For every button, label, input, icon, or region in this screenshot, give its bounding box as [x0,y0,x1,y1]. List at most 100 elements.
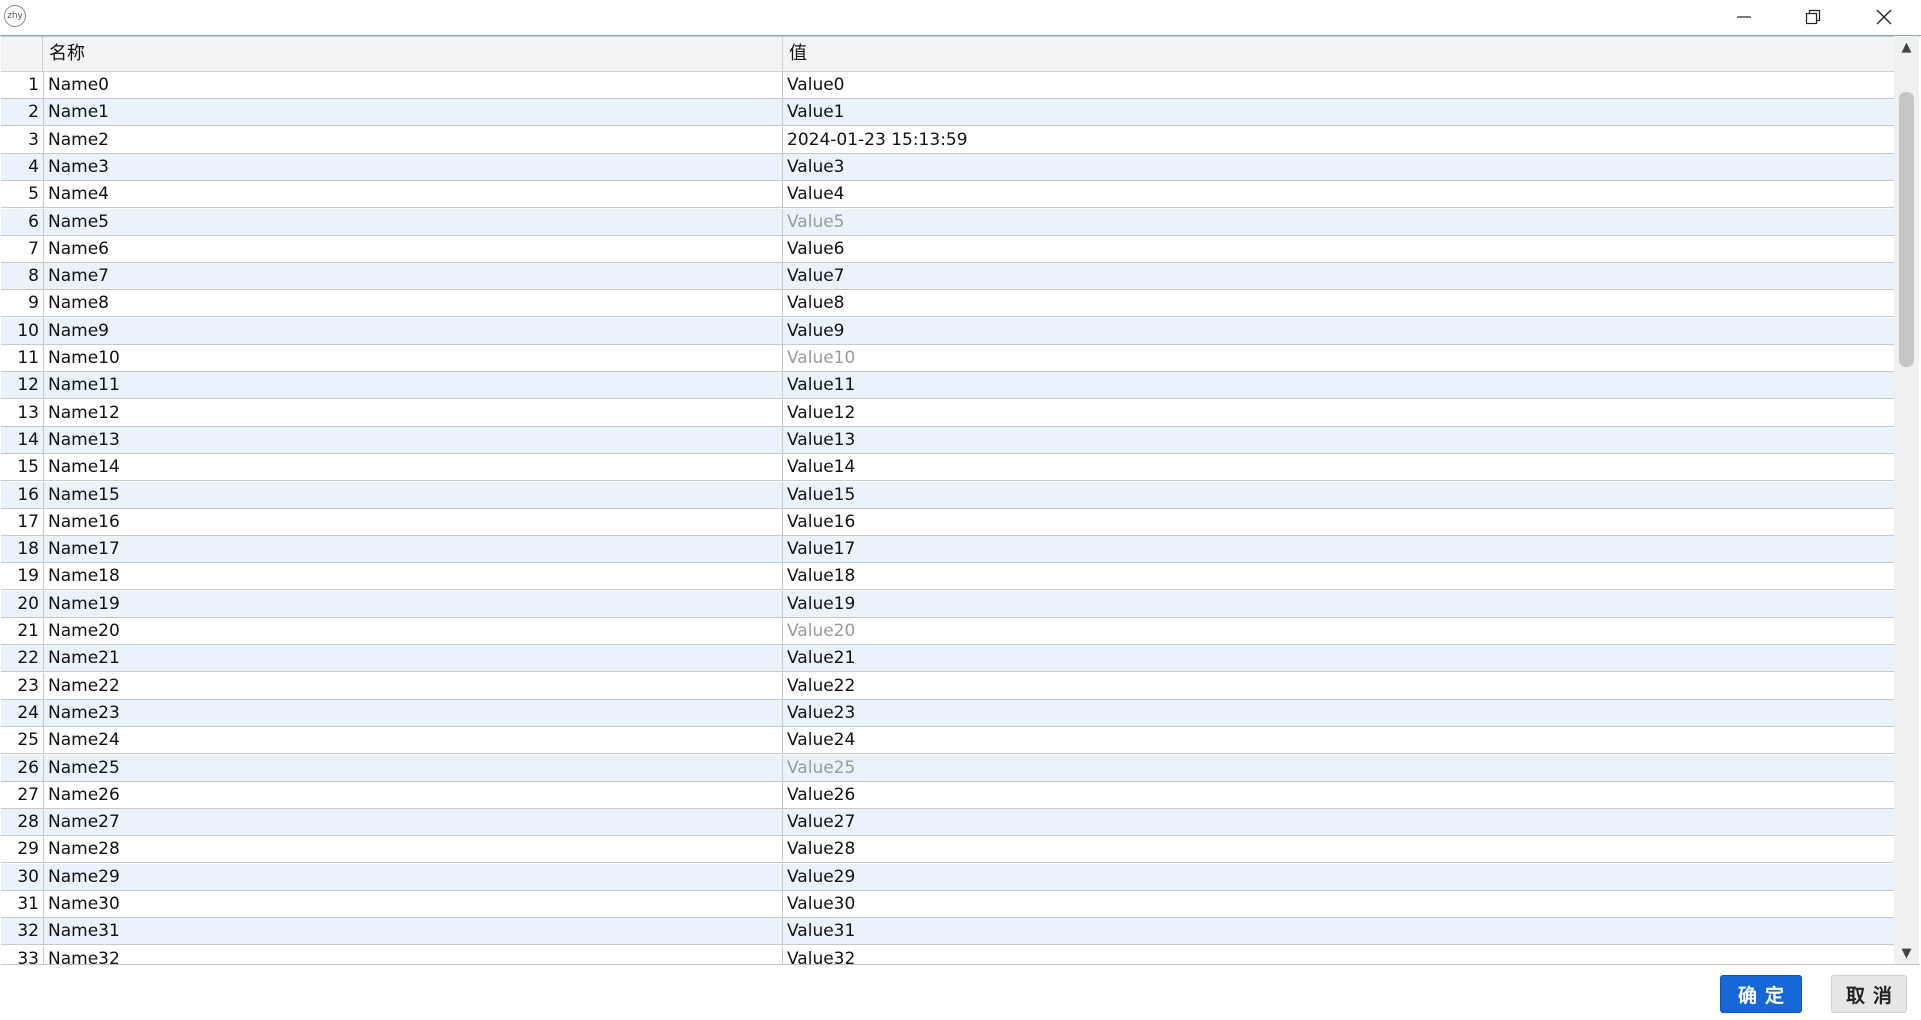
cell-value[interactable]: Value17 [783,536,1895,562]
cell-value[interactable]: Value0 [783,72,1895,98]
cell-name[interactable]: Name23 [43,699,783,726]
table-row[interactable]: 33 Name32 Value32 [1,945,1895,964]
cell-name[interactable]: Name24 [43,727,783,754]
cell-name[interactable]: Name15 [43,481,783,508]
table-row[interactable]: 23 Name22 Value22 [1,672,1895,700]
table-row[interactable]: 3 Name2 2024-01-23 15:13:59 [1,126,1895,154]
column-header-value[interactable]: 值 [783,37,1895,71]
cell-value[interactable]: Value19 [783,591,1895,617]
table-row[interactable]: 8 Name7 Value7 [1,263,1895,291]
scroll-down-icon[interactable]: ▼ [1894,942,1919,964]
table-row[interactable]: 1 Name0 Value0 [1,72,1895,99]
cell-value[interactable]: Value7 [783,263,1895,289]
cell-value[interactable]: Value8 [783,290,1895,316]
table-row[interactable]: 26 Name25 Value25 [1,754,1895,782]
cell-name[interactable]: Name1 [43,99,783,126]
cell-name[interactable]: Name9 [43,317,783,344]
cell-value[interactable]: Value21 [783,645,1895,671]
cell-value[interactable]: Value18 [783,563,1895,589]
vertical-scrollbar[interactable]: ▲ ▼ [1894,36,1919,964]
cell-name[interactable]: Name30 [43,891,783,917]
cell-value[interactable]: Value22 [783,673,1895,699]
cell-name[interactable]: Name25 [43,754,783,781]
cell-value[interactable]: Value11 [783,372,1895,398]
table-row[interactable]: 16 Name15 Value15 [1,481,1895,509]
cell-value[interactable]: Value30 [783,891,1895,917]
cell-name[interactable]: Name0 [43,72,783,98]
cell-value[interactable]: Value14 [783,454,1895,480]
table-row[interactable]: 22 Name21 Value21 [1,645,1895,673]
cell-value[interactable]: Value29 [783,864,1895,890]
cell-name[interactable]: Name32 [43,945,783,964]
cell-value[interactable]: 2024-01-23 15:13:59 [783,127,1895,153]
cell-value[interactable]: Value28 [783,836,1895,862]
header-corner[interactable] [1,37,43,71]
cell-value[interactable]: Value15 [783,482,1895,508]
cell-name[interactable]: Name14 [43,454,783,481]
cell-name[interactable]: Name13 [43,426,783,453]
cell-name[interactable]: Name12 [43,399,783,426]
table-row[interactable]: 20 Name19 Value19 [1,590,1895,618]
cell-name[interactable]: Name11 [43,372,783,399]
table-row[interactable]: 6 Name5 Value5 [1,208,1895,236]
cell-name[interactable]: Name10 [43,345,783,371]
cell-name[interactable]: Name26 [43,781,783,808]
table-row[interactable]: 18 Name17 Value17 [1,536,1895,564]
cell-value[interactable]: Value20 [783,618,1895,644]
cell-name[interactable]: Name19 [43,590,783,617]
cell-name[interactable]: Name31 [43,918,783,945]
table-row[interactable]: 14 Name13 Value13 [1,426,1895,454]
table-row[interactable]: 2 Name1 Value1 [1,99,1895,127]
cell-name[interactable]: Name7 [43,263,783,290]
table-row[interactable]: 27 Name26 Value26 [1,781,1895,809]
table-row[interactable]: 29 Name28 Value28 [1,836,1895,864]
cell-value[interactable]: Value26 [783,782,1895,808]
cell-name[interactable]: Name17 [43,536,783,563]
cell-value[interactable]: Value5 [783,209,1895,235]
cell-name[interactable]: Name27 [43,809,783,836]
table-row[interactable]: 32 Name31 Value31 [1,918,1895,946]
cell-value[interactable]: Value32 [783,946,1895,964]
cell-value[interactable]: Value27 [783,809,1895,835]
table-row[interactable]: 11 Name10 Value10 [1,345,1895,372]
table-row[interactable]: 31 Name30 Value30 [1,891,1895,918]
cell-name[interactable]: Name5 [43,208,783,235]
cell-name[interactable]: Name18 [43,563,783,590]
table-row[interactable]: 4 Name3 Value3 [1,153,1895,181]
cell-value[interactable]: Value24 [783,727,1895,753]
cell-name[interactable]: Name20 [43,618,783,644]
cell-name[interactable]: Name8 [43,290,783,317]
table-row[interactable]: 7 Name6 Value6 [1,235,1895,263]
cell-name[interactable]: Name22 [43,672,783,699]
scroll-thumb[interactable] [1899,92,1914,367]
cell-name[interactable]: Name28 [43,836,783,863]
cell-value[interactable]: Value3 [783,154,1895,180]
cell-value[interactable]: Value16 [783,509,1895,535]
cancel-button[interactable]: 取消 [1831,975,1907,1013]
cell-value[interactable]: Value1 [783,99,1895,125]
table-row[interactable]: 25 Name24 Value24 [1,727,1895,755]
cell-value[interactable]: Value31 [783,918,1895,944]
table-row[interactable]: 9 Name8 Value8 [1,290,1895,318]
cell-name[interactable]: Name29 [43,863,783,890]
column-header-name[interactable]: 名称 [43,37,783,71]
cell-name[interactable]: Name6 [43,235,783,262]
cell-name[interactable]: Name3 [43,153,783,180]
close-button[interactable] [1850,0,1918,34]
table-row[interactable]: 5 Name4 Value4 [1,181,1895,209]
cell-name[interactable]: Name4 [43,181,783,208]
scroll-up-icon[interactable]: ▲ [1894,36,1919,58]
table-row[interactable]: 30 Name29 Value29 [1,863,1895,891]
table-row[interactable]: 17 Name16 Value16 [1,508,1895,536]
restore-button[interactable] [1779,0,1847,34]
cell-name[interactable]: Name21 [43,645,783,672]
cell-value[interactable]: Value25 [783,755,1895,781]
cell-value[interactable]: Value10 [783,345,1895,371]
minimize-button[interactable] [1710,0,1778,34]
cell-value[interactable]: Value23 [783,700,1895,726]
table-row[interactable]: 13 Name12 Value12 [1,399,1895,427]
table-row[interactable]: 19 Name18 Value18 [1,563,1895,591]
table-row[interactable]: 28 Name27 Value27 [1,809,1895,837]
cell-value[interactable]: Value9 [783,318,1895,344]
table-row[interactable]: 12 Name11 Value11 [1,372,1895,400]
